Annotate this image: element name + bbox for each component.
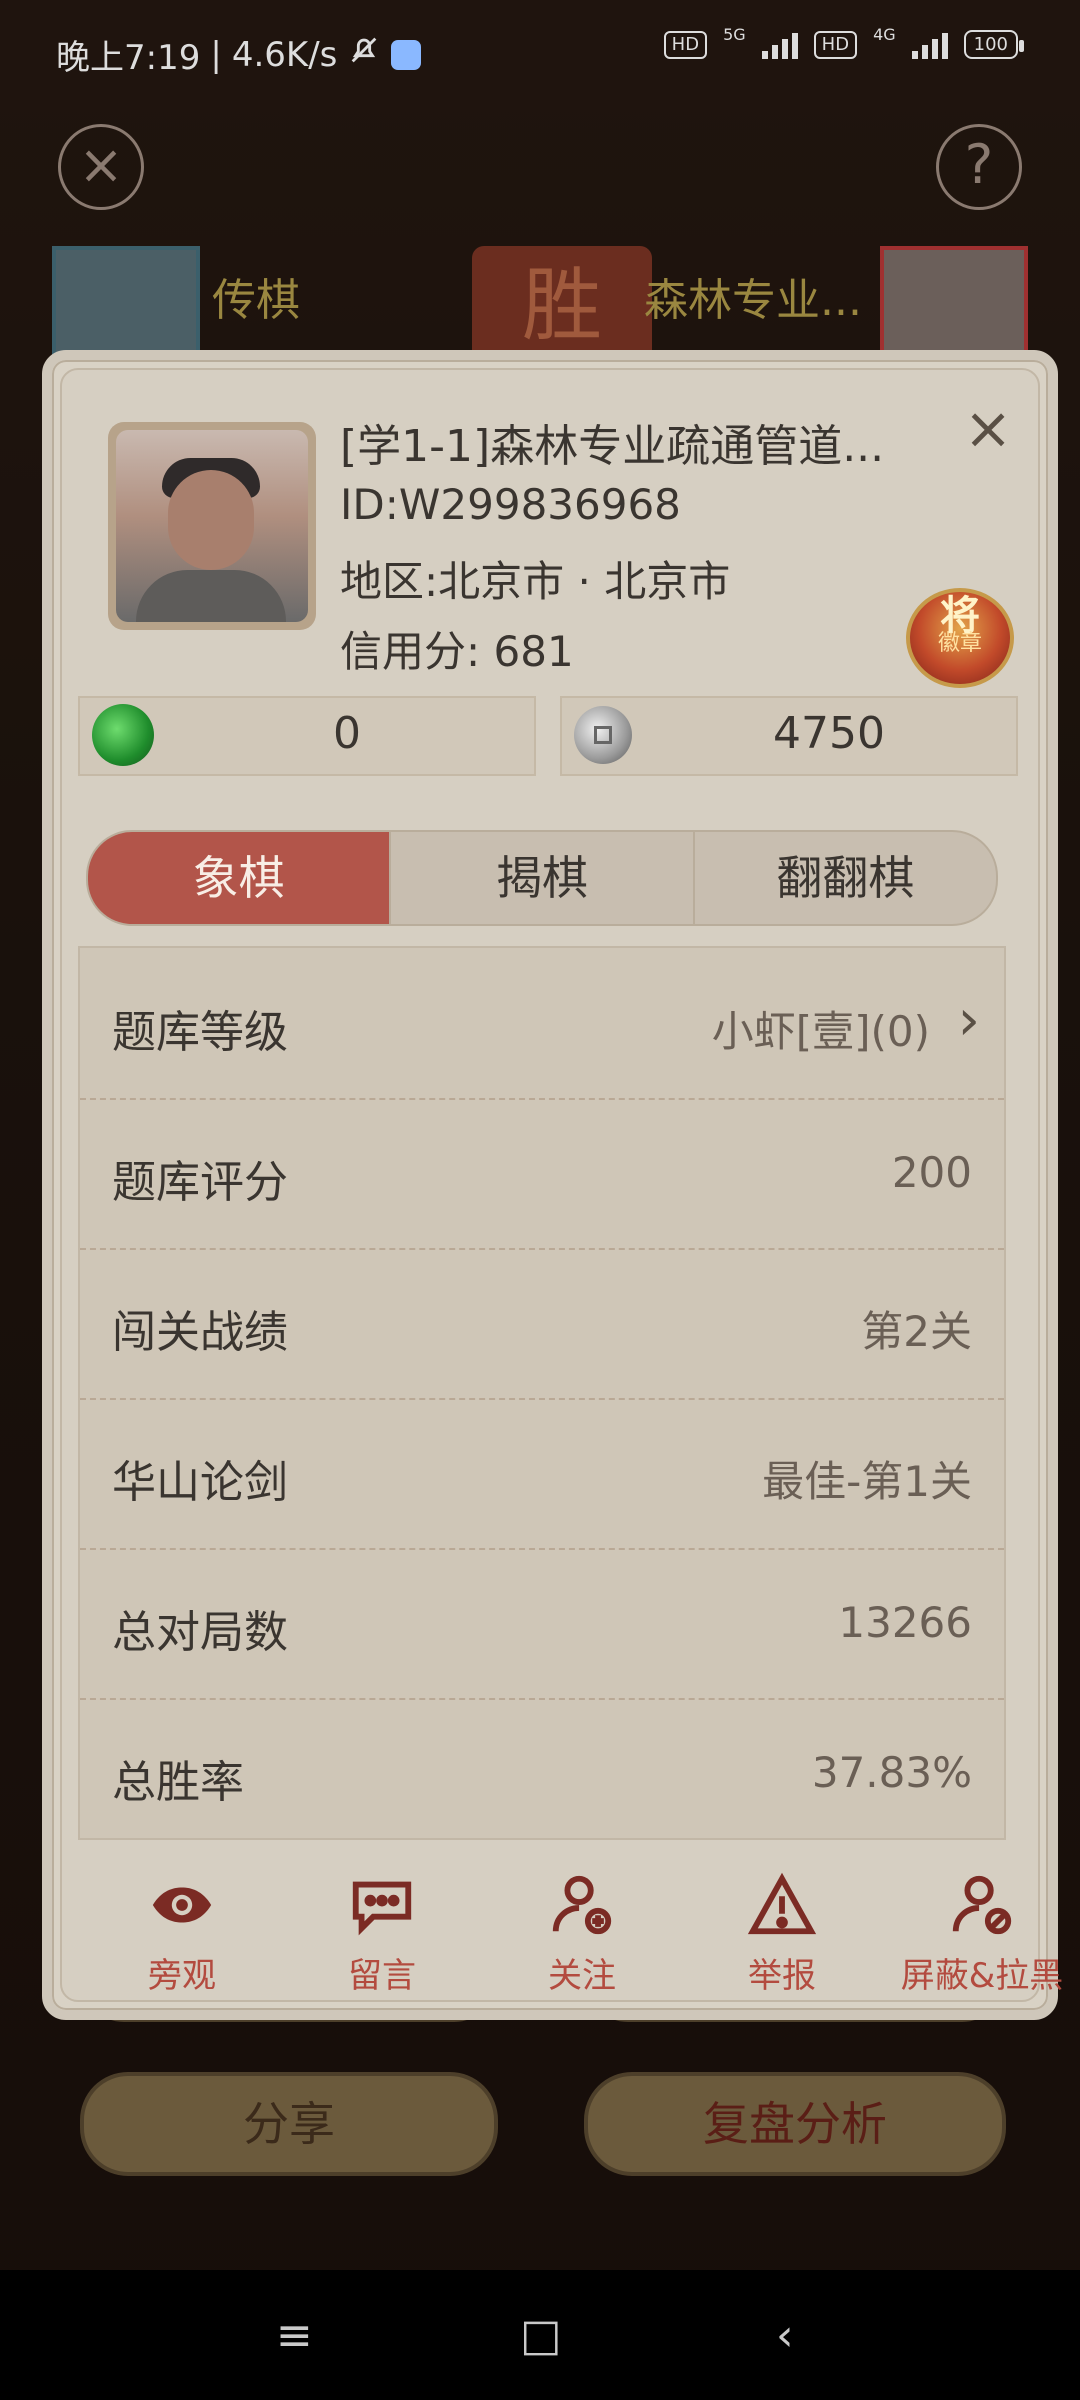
jade-coin-icon <box>92 704 154 766</box>
player-right-name: 森林专业... <box>644 275 862 326</box>
stat-value: 小虾[壹](0) <box>711 1007 930 1056</box>
stat-row-question-level[interactable]: 题库等级 小虾[壹](0) › <box>80 948 1004 1100</box>
player-left-name: 传棋 <box>212 275 300 326</box>
game-type-tabs: 象棋 揭棋 翻翻棋 <box>86 830 998 926</box>
block-button[interactable]: 屏蔽&拉黑 <box>882 1870 1080 1997</box>
share-button[interactable]: 分享 <box>80 2072 498 2176</box>
stat-label: 总胜率 <box>112 1757 244 1808</box>
back-icon[interactable]: ‹ <box>776 2310 794 2361</box>
replay-analysis-button[interactable]: 复盘分析 <box>584 2072 1006 2176</box>
menu-icon[interactable]: ≡ <box>276 2310 313 2361</box>
battery-icon: 100 <box>963 30 1025 59</box>
player-name: [学1-1]森林专业疏通管道... <box>340 421 885 472</box>
avatar-photo <box>116 430 308 622</box>
eye-icon <box>147 1870 217 1940</box>
follow-icon <box>547 1870 617 1940</box>
watch-label: 旁观 <box>148 1956 216 1996</box>
stat-row-total-games: 总对局数 13266 <box>80 1548 1004 1700</box>
green-currency: 0 <box>78 696 536 776</box>
warning-icon <box>747 1870 817 1940</box>
stat-row-huashan: 华山论剑 最佳-第1关 <box>80 1398 1004 1550</box>
avatar-head <box>168 470 254 570</box>
badge-top-text: 将 <box>940 592 980 639</box>
dialog-panel: [学1-1]森林专业疏通管道... ID:W299836968 地区:北京市 ·… <box>60 368 1063 2002</box>
status-bar: 晚上7:19 | 4.6K/s HD 5G HD 4G 100 <box>0 0 1080 104</box>
message-label: 留言 <box>348 1956 416 1996</box>
credit-score: 信用分: 681 <box>340 627 574 676</box>
signal-icon-2 <box>911 31 948 59</box>
system-navigation-bar: ≡ □ ‹ <box>0 2270 1080 2400</box>
help-icon[interactable]: ? <box>936 124 1022 210</box>
stat-label: 题库等级 <box>112 1007 288 1058</box>
stat-label: 总对局数 <box>112 1607 288 1658</box>
network-type: 5G <box>723 25 746 44</box>
avatar <box>108 422 316 630</box>
home-icon[interactable]: □ <box>520 2310 562 2361</box>
action-bar: 旁观 留言 关注 举报 屏蔽&拉黑 <box>62 1870 1063 2010</box>
silver-currency-value: 4750 <box>773 708 885 759</box>
follow-label: 关注 <box>548 1956 616 1996</box>
stat-value: 13266 <box>838 1598 972 1647</box>
player-profile-dialog: [学1-1]森林专业疏通管道... ID:W299836968 地区:北京市 ·… <box>42 350 1063 2020</box>
status-speed: 4.6K/s <box>231 34 338 75</box>
message-icon <box>347 1870 417 1940</box>
tab-xiangqi[interactable]: 象棋 <box>88 832 392 924</box>
status-left: 晚上7:19 | 4.6K/s <box>56 30 422 79</box>
stat-value: 37.83% <box>811 1748 972 1797</box>
stat-value: 最佳-第1关 <box>762 1457 972 1506</box>
block-user-icon <box>947 1870 1017 1940</box>
stat-label: 华山论剑 <box>112 1457 288 1508</box>
player-id: ID:W299836968 <box>340 480 681 529</box>
signal-icon <box>761 31 798 59</box>
block-label: 屏蔽&拉黑 <box>900 1956 1064 1996</box>
badge-bottom-text: 徽章 <box>937 631 982 656</box>
stat-label: 闯关战绩 <box>112 1307 288 1358</box>
follow-button[interactable]: 关注 <box>482 1870 682 1997</box>
close-dialog-icon[interactable]: × <box>958 398 1018 458</box>
hd-icon: HD <box>663 30 708 59</box>
hd-icon-2: HD <box>813 30 858 59</box>
background-players: 传棋 胜 森林专业... <box>52 246 1028 374</box>
watch-button[interactable]: 旁观 <box>82 1870 282 1997</box>
stat-value: 200 <box>891 1148 972 1197</box>
tab-jieqi[interactable]: 揭棋 <box>391 832 695 924</box>
message-button[interactable]: 留言 <box>282 1870 482 1997</box>
report-label: 举报 <box>748 1956 816 1996</box>
stat-label: 题库评分 <box>112 1157 288 1208</box>
badge-icon[interactable]: 将 徽章 <box>906 588 1014 688</box>
status-divider: | <box>210 34 222 75</box>
avatar-body <box>136 570 286 622</box>
silver-currency: 4750 <box>560 696 1018 776</box>
status-time: 晚上7:19 <box>56 38 201 78</box>
app-icon <box>391 39 422 70</box>
stat-row-win-rate: 总胜率 37.83% <box>80 1698 1004 1848</box>
stat-value: 第2关 <box>861 1307 972 1356</box>
player-region: 地区:北京市 · 北京市 <box>340 557 731 606</box>
stat-row-question-score: 题库评分 200 <box>80 1098 1004 1250</box>
status-right: HD 5G HD 4G 100 <box>663 25 1025 59</box>
silver-coin-icon <box>574 706 632 764</box>
tab-fanfanqi[interactable]: 翻翻棋 <box>695 832 996 924</box>
network-type-2: 4G <box>873 25 896 44</box>
green-currency-value: 0 <box>333 708 361 759</box>
mute-icon <box>347 33 381 76</box>
report-button[interactable]: 举报 <box>682 1870 882 1997</box>
chevron-right-icon: › <box>957 988 980 1053</box>
stat-row-challenge: 闯关战绩 第2关 <box>80 1248 1004 1400</box>
result-emblem: 胜 <box>472 246 652 366</box>
stats-list: 题库等级 小虾[壹](0) › 题库评分 200 闯关战绩 第2关 华山论剑 最… <box>78 946 1006 1840</box>
background-close-icon[interactable]: × <box>58 124 144 210</box>
